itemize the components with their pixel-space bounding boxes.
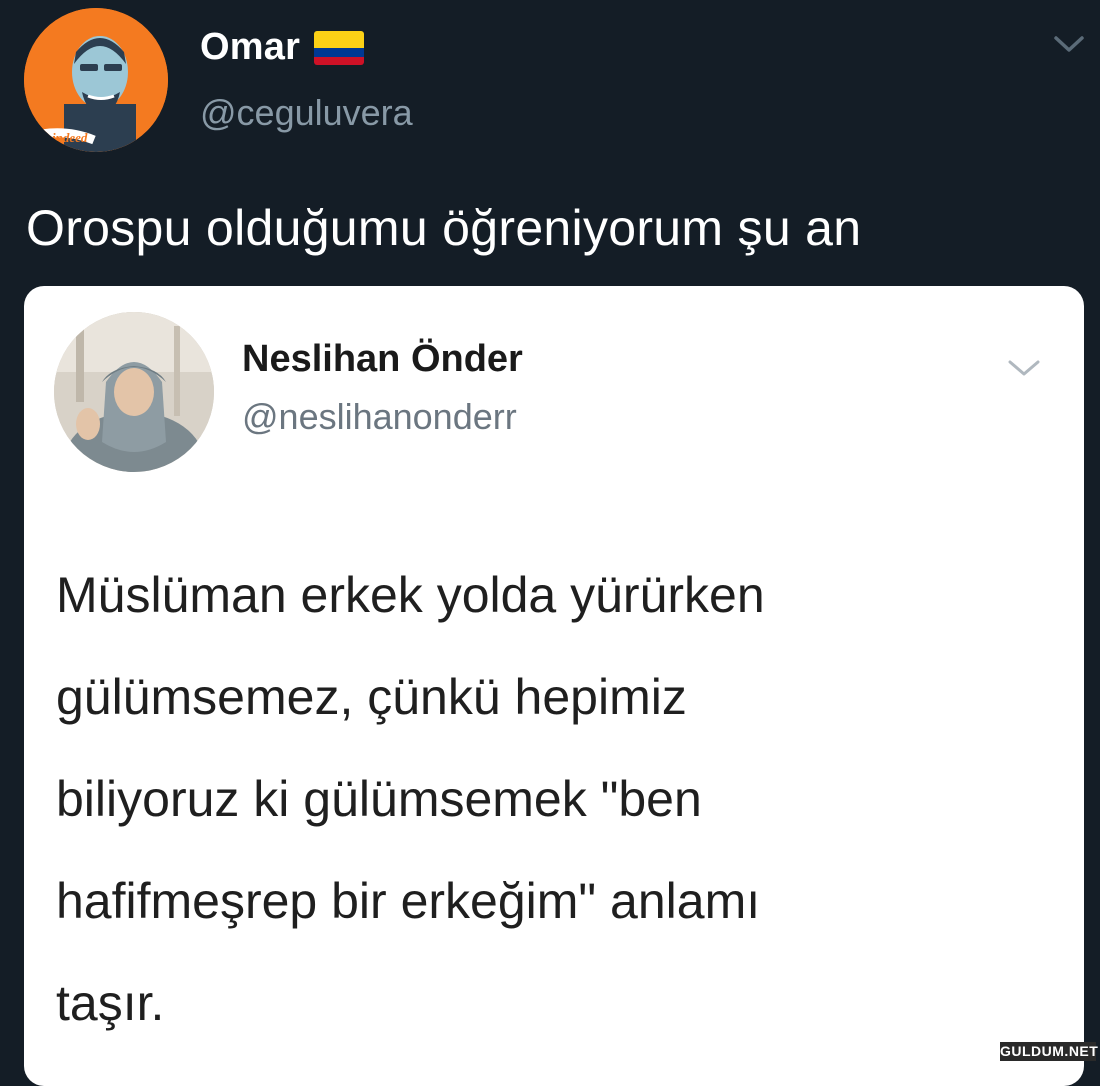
quoted-tweet-text: Müslüman erkek yolda yürürken gülümsemez…: [56, 567, 765, 1031]
chevron-down-icon[interactable]: [1006, 356, 1042, 380]
colombia-flag-icon: [314, 30, 365, 65]
author-display-name-row[interactable]: Omar: [200, 26, 365, 69]
quoted-author-display-name[interactable]: Neslihan Önder: [242, 338, 523, 381]
chevron-down-icon[interactable]: [1052, 32, 1086, 56]
quoted-tweet-card[interactable]: Neslihan Önder @neslihanonderr Müslüman …: [24, 286, 1084, 1086]
quoted-avatar[interactable]: [54, 312, 214, 472]
quoted-author-handle[interactable]: @neslihanonderr: [242, 396, 517, 438]
avatar-illustration: indeed: [24, 8, 168, 152]
watermark: GULDUM.NET: [1000, 1042, 1099, 1061]
tweet-text: Orospu olduğumu öğreniyorum şu an: [26, 200, 862, 256]
quoted-avatar-photo: [54, 312, 214, 472]
author-handle[interactable]: @ceguluvera: [200, 92, 413, 134]
svg-text:indeed: indeed: [52, 130, 88, 145]
avatar[interactable]: indeed: [24, 8, 168, 152]
author-display-name[interactable]: Omar: [200, 26, 300, 69]
tweet: indeed Omar @ceguluvera Orospu olduğumu …: [0, 0, 1100, 1086]
